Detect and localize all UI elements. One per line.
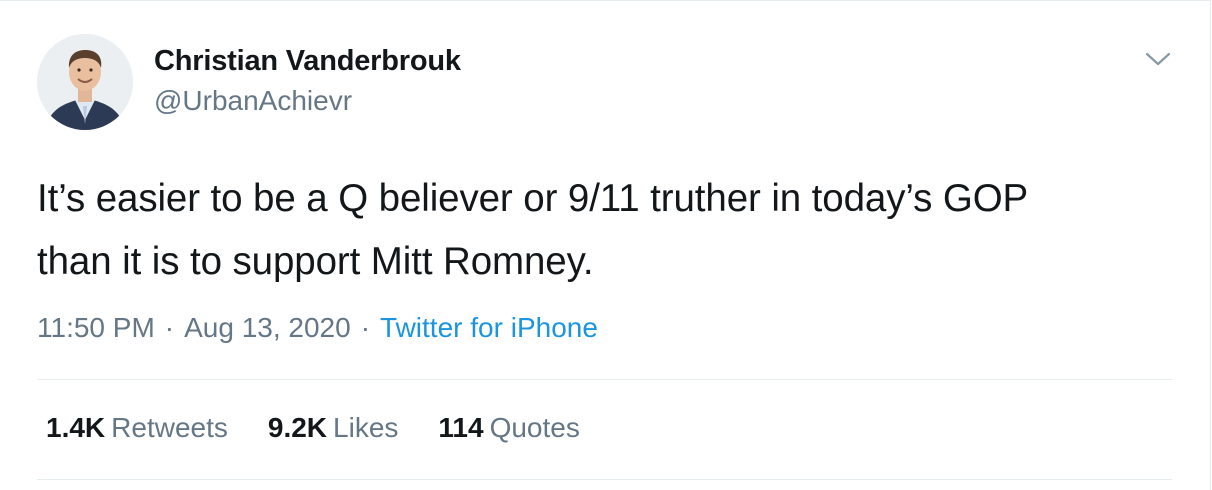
likes-label: Likes [333, 412, 399, 443]
quotes-label: Quotes [489, 412, 580, 443]
tweet-time[interactable]: 11:50 PM [37, 312, 155, 343]
tweet-card: Christian Vanderbrouk @UrbanAchievr It’s… [0, 0, 1211, 490]
likes-stat[interactable]: 9.2K Likes [268, 412, 399, 444]
tweet-meta: 11:50 PM · Aug 13, 2020 · Twitter for iPhone [37, 312, 598, 344]
chevron-down-icon[interactable] [1143, 49, 1173, 69]
likes-count: 9.2K [267, 412, 328, 443]
divider [37, 479, 1172, 480]
meta-separator: · [360, 312, 371, 343]
author-display-name[interactable]: Christian Vanderbrouk [154, 45, 461, 78]
tweet-text: It’s easier to be a Q believer or 9/11 t… [37, 177, 1029, 283]
tweet-stats: 1.4K Retweets 9.2K Likes 114 Quotes [46, 412, 580, 444]
quotes-count: 114 [438, 412, 484, 443]
retweets-count: 1.4K [46, 412, 106, 443]
retweets-stat[interactable]: 1.4K Retweets [46, 412, 228, 444]
tweet-date[interactable]: Aug 13, 2020 [184, 312, 351, 343]
tweet-source-link[interactable]: Twitter for iPhone [380, 312, 598, 343]
avatar[interactable] [37, 34, 133, 130]
quotes-stat[interactable]: 114 Quotes [438, 412, 579, 444]
retweets-label: Retweets [111, 412, 228, 443]
author-handle[interactable]: @UrbanAchievr [154, 85, 352, 117]
divider [37, 379, 1172, 380]
profile-photo-icon [37, 34, 133, 130]
meta-separator: · [164, 312, 175, 343]
